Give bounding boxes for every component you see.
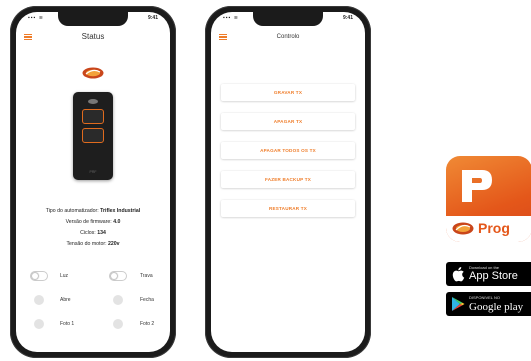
info-tipo: Tipo do automatizador: Triflex Industria… <box>16 208 170 214</box>
controlo-navbar: Controlo <box>211 26 365 50</box>
status-screen: ▪▪▪ ≋ 9:41 Status PRF Tipo do automatiza… <box>16 12 170 352</box>
trava-toggle[interactable] <box>109 271 127 281</box>
luz-label: Luz <box>60 273 69 279</box>
remote-control-image: PRF <box>73 92 113 180</box>
brand-logo <box>452 222 474 235</box>
fecha-label: Fecha <box>140 297 154 303</box>
apple-icon <box>452 267 465 282</box>
fecha-button[interactable] <box>113 295 123 305</box>
abre-button[interactable] <box>34 295 44 305</box>
phone-notch <box>58 12 128 26</box>
page-title: Controlo <box>276 34 300 40</box>
brand-logo <box>82 67 104 79</box>
info-tensao-label: Tensão do motor: <box>66 241 107 247</box>
info-ciclos-value: 134 <box>97 230 106 236</box>
google-play-icon <box>452 297 465 311</box>
signal-icon: ▪▪▪ ≋ <box>28 15 44 21</box>
page-title: Status <box>81 32 105 41</box>
remote-button-1 <box>82 109 104 124</box>
phone-controlo: ▪▪▪ ≋ 9:41 Controlo GRAVAR TX APAGAR TX … <box>205 6 371 358</box>
app-icon[interactable]: Prog <box>446 156 531 242</box>
play-title: Google play <box>469 301 524 313</box>
foto1-button[interactable] <box>34 319 44 329</box>
status-time: 9:41 <box>342 15 353 21</box>
apagar-todos-tx-button[interactable]: APAGAR TODOS OS TX <box>221 142 355 159</box>
trava-label: Trava <box>140 273 153 279</box>
appstore-title: App Store <box>469 270 518 282</box>
info-tipo-value: Triflex Industrial <box>100 208 141 214</box>
luz-toggle[interactable] <box>30 271 48 281</box>
abre-label: Abre <box>60 297 71 303</box>
restaurar-tx-button[interactable]: RESTAURAR TX <box>221 200 355 217</box>
phone-notch <box>253 12 323 26</box>
control-row-1: Luz Trava <box>16 271 170 287</box>
status-navbar: Status <box>16 26 170 50</box>
foto1-label: Foto 1 <box>60 321 75 327</box>
info-ciclos: Ciclos: 134 <box>16 230 170 236</box>
info-firmware-label: Versão de firmware: <box>65 219 112 225</box>
app-store-badge[interactable]: Download on the App Store <box>446 262 531 286</box>
fazer-backup-tx-button[interactable]: FAZER BACKUP TX <box>221 171 355 188</box>
google-play-badge[interactable]: DISPONIVEL NO Google play <box>446 292 531 316</box>
info-ciclos-label: Ciclos: <box>80 230 96 236</box>
prog-p-icon <box>462 170 492 202</box>
apagar-tx-button[interactable]: APAGAR TX <box>221 113 355 130</box>
info-firmware-value: 4.0 <box>113 219 121 225</box>
info-tipo-label: Tipo do automatizador: <box>45 208 99 214</box>
phone-status: ▪▪▪ ≋ 9:41 Status PRF Tipo do automatiza… <box>10 6 176 358</box>
control-row-2: Abre Fecha <box>16 295 170 311</box>
app-icon-label-area: Prog <box>446 216 531 242</box>
controlo-screen: ▪▪▪ ≋ 9:41 Controlo GRAVAR TX APAGAR TX … <box>211 12 365 352</box>
remote-brand: PRF <box>89 170 97 174</box>
play-caption: DISPONIVEL NO <box>469 295 500 300</box>
showcase: ▪▪▪ ≋ 9:41 Status PRF Tipo do automatiza… <box>0 0 531 361</box>
status-time: 9:41 <box>147 15 158 21</box>
info-tensao-value: 220v <box>108 241 120 247</box>
signal-icon: ▪▪▪ ≋ <box>223 15 239 21</box>
foto2-button[interactable] <box>113 319 123 329</box>
control-row-3: Foto 1 Foto 2 <box>16 319 170 335</box>
info-tensao: Tensão do motor: 220v <box>16 241 170 247</box>
app-name: Prog <box>478 220 510 236</box>
remote-button-2 <box>82 128 104 143</box>
info-firmware: Versão de firmware: 4.0 <box>16 219 170 225</box>
foto2-label: Foto 2 <box>140 321 155 327</box>
gravar-tx-button[interactable]: GRAVAR TX <box>221 84 355 101</box>
remote-logo <box>88 99 98 104</box>
